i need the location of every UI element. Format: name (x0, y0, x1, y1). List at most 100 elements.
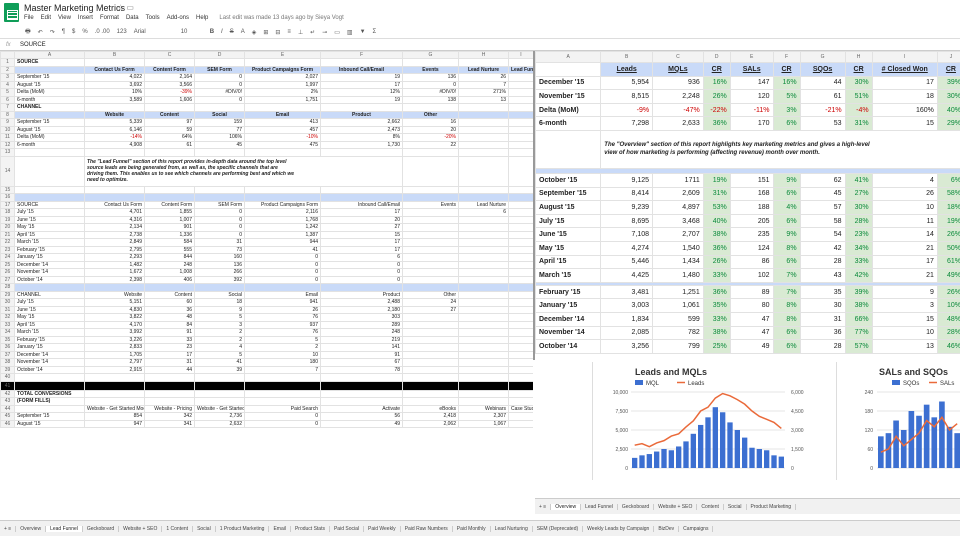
document-title[interactable]: Master Marketing Metrics (24, 3, 125, 13)
cell[interactable] (144, 397, 195, 406)
cell[interactable] (194, 389, 245, 398)
cell[interactable]: April '15 (14, 320, 85, 329)
cell[interactable]: 248 (144, 260, 195, 269)
cell[interactable] (508, 103, 533, 112)
cell[interactable]: 3,692 (84, 80, 145, 89)
cell[interactable]: -9% (600, 102, 654, 118)
cell[interactable]: 31% (702, 186, 731, 202)
cell[interactable] (458, 155, 509, 187)
cell[interactable] (14, 110, 85, 119)
cell[interactable] (508, 185, 533, 194)
cell[interactable]: 2,062 (402, 419, 459, 428)
cell[interactable]: 38% (702, 325, 731, 341)
cell[interactable]: 46% (936, 339, 960, 354)
cell[interactable]: -39% (144, 88, 195, 97)
cell[interactable] (508, 283, 533, 292)
cell[interactable]: 8,515 (600, 89, 654, 104)
column-header[interactable]: I (871, 51, 938, 63)
cell[interactable]: 50% (936, 240, 960, 256)
cell[interactable] (144, 185, 195, 194)
cell[interactable] (84, 380, 145, 391)
cell[interactable] (508, 380, 533, 391)
cell[interactable]: 19% (936, 213, 960, 229)
cell[interactable]: TOTAL CONVERSIONS (14, 389, 85, 398)
cell[interactable]: 7,298 (600, 116, 654, 131)
cell[interactable]: 86 (729, 254, 774, 270)
cell[interactable]: 19 (320, 95, 403, 104)
cell[interactable]: 1,251 (652, 284, 704, 300)
cell[interactable] (144, 58, 195, 67)
cell[interactable] (535, 129, 602, 169)
cell[interactable]: November '15 (535, 89, 602, 104)
cell[interactable]: 38% (702, 227, 731, 242)
cell[interactable]: 1,672 (84, 268, 145, 277)
cell[interactable] (402, 185, 459, 194)
cell[interactable]: SOURCE (14, 200, 85, 209)
cell[interactable] (144, 103, 195, 112)
cell[interactable]: 6% (936, 172, 960, 188)
cell[interactable]: 555 (144, 245, 195, 254)
cell[interactable] (508, 193, 533, 202)
column-header[interactable]: D (194, 51, 245, 59)
cell[interactable]: 7% (772, 284, 801, 300)
row-number[interactable]: 15 (0, 185, 15, 194)
cell[interactable]: Webinars (458, 404, 509, 413)
cell[interactable]: 0 (402, 80, 459, 89)
bottom-tab[interactable]: Paid Raw Numbers (401, 525, 453, 532)
cell[interactable]: 844 (144, 253, 195, 262)
cell[interactable]: 76 (244, 328, 321, 337)
row-number[interactable]: 27 (0, 275, 15, 284)
cell[interactable]: July '15 (535, 213, 602, 229)
merge-icon[interactable]: ⊟ (275, 29, 280, 36)
row-number[interactable]: 30 (0, 298, 15, 307)
cell[interactable]: 0 (244, 412, 321, 421)
tab-product-marketing[interactable]: Product Marketing (747, 503, 797, 510)
row-number[interactable]: 35 (0, 335, 15, 344)
cell[interactable] (144, 373, 195, 382)
cell[interactable] (14, 193, 85, 202)
cell[interactable]: 0 (194, 215, 245, 224)
cell[interactable]: -47% (652, 102, 704, 118)
overview-description[interactable]: The "Overview" section of this report hi… (600, 129, 960, 169)
cell[interactable]: 0 (320, 268, 403, 277)
cell[interactable]: 36% (702, 240, 731, 256)
cell[interactable]: Other (402, 290, 459, 299)
cell[interactable]: 170 (729, 116, 774, 131)
cell[interactable]: 26% (702, 254, 731, 270)
cell[interactable]: 0 (194, 208, 245, 217)
cell[interactable]: Events (402, 65, 459, 74)
cell[interactable]: 782 (652, 325, 704, 341)
cell[interactable]: 937 (244, 320, 321, 329)
cell[interactable]: 2,797 (84, 358, 145, 367)
cell[interactable]: 5,339 (84, 118, 145, 127)
cell[interactable]: 60 (144, 298, 195, 307)
row-number[interactable]: 1 (0, 58, 15, 67)
cell[interactable]: 6% (772, 213, 801, 229)
cell[interactable] (402, 283, 459, 292)
cell[interactable]: 0 (244, 253, 321, 262)
cell[interactable]: June '15 (535, 227, 602, 242)
cell[interactable] (320, 397, 403, 406)
cell[interactable]: 944 (244, 238, 321, 247)
menu-insert[interactable]: Insert (78, 15, 93, 21)
menu-edit[interactable]: Edit (41, 15, 51, 21)
font-select[interactable]: Arial (134, 29, 174, 35)
cell[interactable]: 1,008 (144, 268, 195, 277)
cell[interactable]: Delta (MoM) (14, 88, 85, 97)
cell[interactable]: 1,434 (652, 254, 704, 270)
cell[interactable]: 58% (936, 186, 960, 202)
fill-color-icon[interactable]: ◈ (252, 29, 257, 36)
formula-bar[interactable]: fx SOURCE (0, 40, 960, 51)
row-number[interactable]: 43 (0, 397, 15, 406)
cell[interactable]: 266 (194, 268, 245, 277)
undo-icon[interactable]: ↶ (38, 29, 43, 36)
cell[interactable]: 28% (936, 325, 960, 341)
cell[interactable]: 17 (871, 75, 938, 91)
cell[interactable]: 9 (194, 305, 245, 314)
metric-header[interactable]: MQLs (652, 62, 704, 77)
cell[interactable] (508, 58, 533, 67)
cell[interactable]: May '15 (14, 223, 85, 232)
cell[interactable] (194, 103, 245, 112)
cell[interactable]: 31% (844, 116, 873, 131)
menu-data[interactable]: Data (126, 15, 139, 21)
